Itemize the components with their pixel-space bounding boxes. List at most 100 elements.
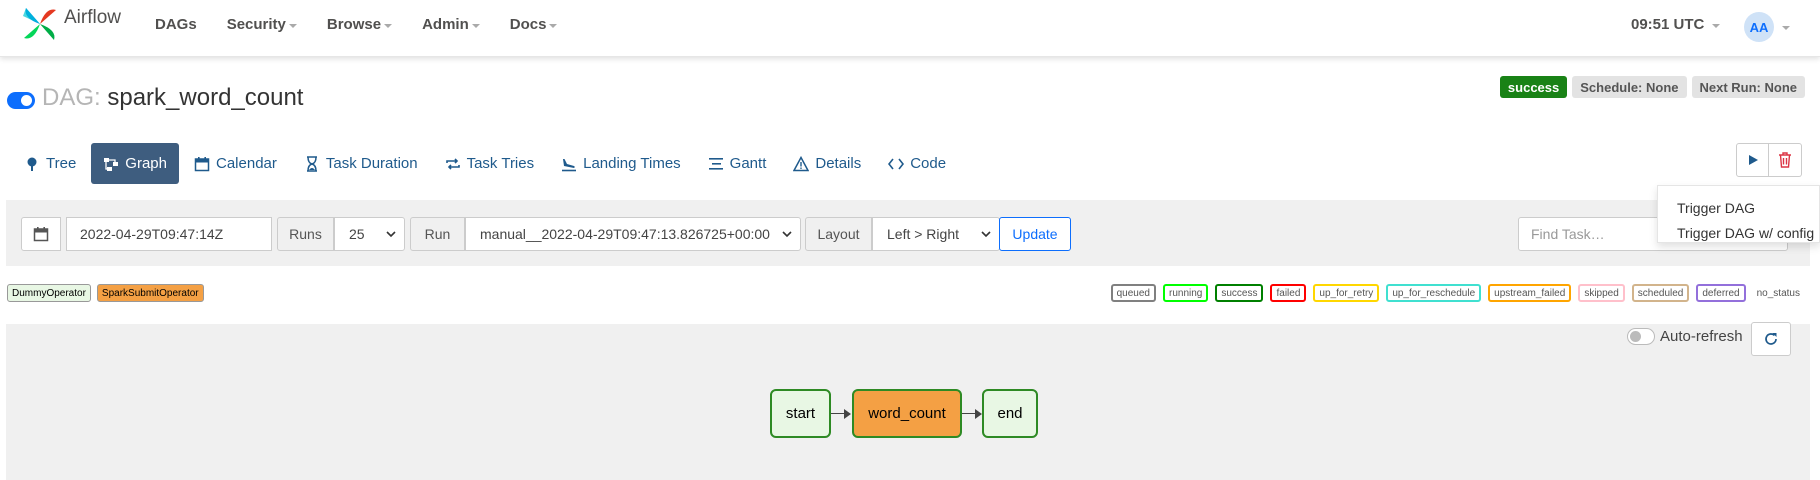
pinwheel-logo-icon bbox=[23, 8, 56, 40]
run-select-value: manual__2022-04-29T09:47:13.826725+00:00 bbox=[480, 226, 770, 242]
trigger-dag-item[interactable]: Trigger DAG bbox=[1677, 200, 1755, 216]
tab-task-duration-label: Task Duration bbox=[325, 155, 418, 172]
delete-dag-button[interactable] bbox=[1769, 143, 1802, 177]
tab-task-tries[interactable]: Task Tries bbox=[433, 143, 547, 184]
task-node-word-count[interactable]: word_count bbox=[852, 389, 962, 438]
tab-tree-label: Tree bbox=[46, 155, 77, 172]
nav-admin-label: Admin bbox=[422, 16, 469, 33]
status-badge: success bbox=[1499, 76, 1568, 98]
tab-code-label: Code bbox=[910, 155, 947, 172]
legend-spark-submit-operator: SparkSubmitOperator bbox=[96, 284, 204, 302]
caret-down-icon bbox=[1782, 26, 1790, 30]
tab-calendar-label: Calendar bbox=[216, 155, 277, 172]
nav-docs[interactable]: Docs bbox=[510, 16, 558, 33]
operator-legend: DummyOperator SparkSubmitOperator bbox=[7, 284, 210, 302]
airflow-logo[interactable]: Airflow bbox=[20, 4, 121, 44]
dag-name: spark_word_count bbox=[107, 84, 304, 111]
nav-dags-label: DAGs bbox=[155, 16, 197, 33]
tab-task-tries-label: Task Tries bbox=[466, 155, 535, 172]
tab-code[interactable]: Code bbox=[876, 143, 958, 184]
calendar-icon bbox=[194, 156, 210, 171]
legend-up-for-reschedule[interactable]: up_for_reschedule bbox=[1386, 284, 1482, 302]
task-node-end[interactable]: end bbox=[982, 389, 1038, 438]
refresh-icon bbox=[1765, 333, 1777, 345]
legend-failed[interactable]: failed bbox=[1270, 284, 1307, 302]
play-icon bbox=[1748, 155, 1758, 165]
code-icon bbox=[888, 158, 905, 169]
trigger-dag-config-item[interactable]: Trigger DAG w/ config bbox=[1677, 225, 1814, 241]
caret-down-icon bbox=[549, 23, 558, 28]
dag-actions bbox=[1736, 143, 1802, 177]
chevron-down-icon bbox=[981, 231, 991, 238]
repeat-icon bbox=[445, 157, 460, 170]
layout-select-value: Left > Right bbox=[887, 226, 959, 242]
legend-running[interactable]: running bbox=[1163, 284, 1209, 302]
runs-label: Runs bbox=[277, 217, 334, 251]
dag-view-tabs: Tree Graph Calendar Task Duration Task T… bbox=[12, 143, 961, 184]
date-picker-button[interactable] bbox=[21, 217, 61, 251]
legend-upstream-failed[interactable]: upstream_failed bbox=[1488, 284, 1572, 302]
caret-down-icon bbox=[384, 23, 393, 28]
legend-dummy-operator: DummyOperator bbox=[7, 284, 91, 302]
runs-select-value: 25 bbox=[349, 226, 365, 242]
graph-icon bbox=[104, 157, 119, 171]
calendar-icon bbox=[33, 227, 49, 242]
legend-skipped[interactable]: skipped bbox=[1578, 284, 1625, 302]
tab-details[interactable]: Details bbox=[781, 143, 873, 184]
tab-gantt-label: Gantt bbox=[729, 155, 767, 172]
hourglass-icon bbox=[306, 155, 317, 172]
schedule-badge: Schedule: None bbox=[1572, 76, 1687, 98]
nav-admin[interactable]: Admin bbox=[422, 16, 480, 33]
nav-docs-label: Docs bbox=[509, 16, 547, 33]
runs-select[interactable]: 25 bbox=[334, 217, 405, 251]
brand-name: Airflow bbox=[64, 7, 122, 28]
auto-refresh-toggle[interactable] bbox=[1627, 328, 1655, 345]
caret-down-icon bbox=[288, 23, 297, 28]
task-node-label: start bbox=[785, 405, 816, 422]
task-node-start[interactable]: start bbox=[770, 389, 831, 438]
legend-no-status[interactable]: no_status bbox=[1752, 284, 1800, 302]
nav-browse[interactable]: Browse bbox=[326, 16, 393, 33]
legend-success[interactable]: success bbox=[1215, 284, 1264, 302]
update-button[interactable]: Update bbox=[999, 217, 1071, 251]
trigger-dag-button[interactable] bbox=[1736, 143, 1769, 177]
run-label: Run bbox=[410, 217, 465, 251]
task-node-label: end bbox=[997, 405, 1023, 422]
run-select[interactable]: manual__2022-04-29T09:47:13.826725+00:00 bbox=[465, 217, 801, 251]
refresh-button[interactable] bbox=[1751, 322, 1791, 356]
dag-pause-toggle[interactable] bbox=[7, 92, 35, 109]
tab-graph[interactable]: Graph bbox=[91, 143, 179, 184]
legend-deferred[interactable]: deferred bbox=[1696, 284, 1746, 302]
plane-landing-icon bbox=[562, 158, 577, 171]
warning-triangle-icon bbox=[793, 155, 810, 171]
avatar: AA bbox=[1744, 12, 1774, 42]
caret-down-icon bbox=[471, 23, 480, 28]
execution-date-input[interactable]: 2022-04-29T09:47:14Z bbox=[66, 217, 272, 251]
tab-calendar[interactable]: Calendar bbox=[182, 143, 289, 184]
chevron-down-icon bbox=[782, 231, 792, 238]
chevron-down-icon bbox=[386, 231, 396, 238]
auto-refresh-control[interactable]: Auto-refresh bbox=[1627, 328, 1743, 345]
trigger-dag-menu: Trigger DAG Trigger DAG w/ config bbox=[1657, 185, 1820, 243]
tab-task-duration[interactable]: Task Duration bbox=[292, 143, 430, 184]
navbar: Airflow DAGs Security Browse Admin Docs … bbox=[0, 0, 1820, 57]
arrowhead-icon bbox=[975, 409, 982, 419]
tab-tree[interactable]: Tree bbox=[12, 143, 88, 184]
dag-badges: success Schedule: None Next Run: None bbox=[1495, 76, 1805, 98]
next-run-badge: Next Run: None bbox=[1691, 76, 1805, 98]
nav-browse-label: Browse bbox=[326, 16, 382, 33]
layout-label: Layout bbox=[805, 217, 872, 251]
main-nav: DAGs Security Browse Admin Docs bbox=[155, 16, 587, 33]
nav-security[interactable]: Security bbox=[227, 16, 297, 33]
legend-scheduled[interactable]: scheduled bbox=[1631, 284, 1690, 302]
legend-queued[interactable]: queued bbox=[1110, 284, 1156, 302]
tab-landing-times[interactable]: Landing Times bbox=[549, 143, 693, 184]
arrowhead-icon bbox=[844, 409, 851, 419]
user-menu[interactable]: AA bbox=[1744, 12, 1790, 42]
tab-gantt[interactable]: Gantt bbox=[696, 143, 779, 184]
layout-select[interactable]: Left > Right bbox=[872, 217, 1000, 251]
legend-up-for-retry[interactable]: up_for_retry bbox=[1313, 284, 1380, 302]
status-legend: queued running success failed up_for_ret… bbox=[1104, 284, 1800, 302]
timezone-menu[interactable]: 09:51 UTC bbox=[1631, 16, 1721, 33]
nav-dags[interactable]: DAGs bbox=[155, 16, 197, 33]
